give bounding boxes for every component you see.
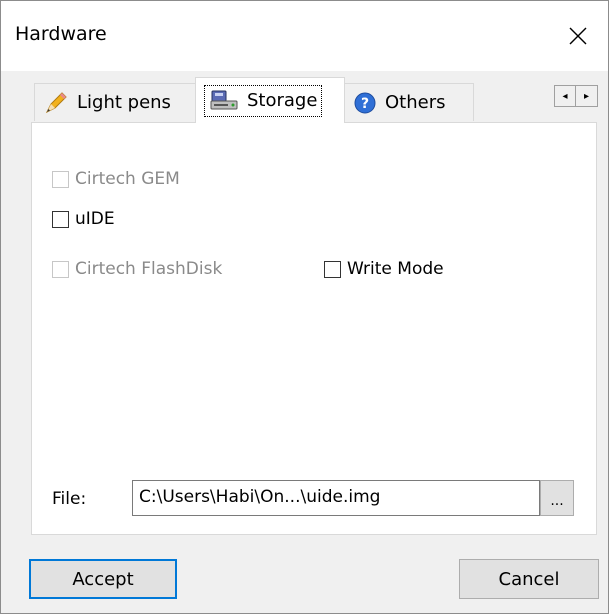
tab-scroller: ◂ ▸ bbox=[554, 85, 598, 107]
cirtech-flashdisk-checkbox[interactable] bbox=[52, 260, 69, 278]
cirtech-flashdisk-option: Cirtech FlashDisk bbox=[52, 259, 222, 279]
write-mode-label: Write Mode bbox=[347, 259, 444, 279]
svg-text:?: ? bbox=[361, 96, 369, 112]
file-label: File: bbox=[52, 489, 87, 509]
cirtech-gem-checkbox[interactable] bbox=[52, 170, 69, 188]
cirtech-flashdisk-label: Cirtech FlashDisk bbox=[75, 259, 223, 279]
storage-panel: Cirtech GEM uIDE Cirtech FlashDisk Write… bbox=[31, 122, 597, 535]
uide-option: uIDE bbox=[52, 209, 115, 229]
tab-focus-rect: Storage bbox=[204, 84, 323, 117]
tab-label: Light pens bbox=[77, 92, 171, 113]
write-mode-checkbox[interactable] bbox=[324, 260, 341, 278]
file-path-input[interactable]: C:\Users\Habi\On...\uide.img bbox=[132, 480, 540, 516]
window-title: Hardware bbox=[15, 23, 107, 45]
tab-light-pens[interactable]: Light pens bbox=[34, 83, 196, 121]
cirtech-gem-option: Cirtech GEM bbox=[52, 169, 180, 189]
uide-checkbox[interactable] bbox=[52, 210, 69, 228]
tab-label: Storage bbox=[247, 90, 318, 111]
pencil-icon bbox=[43, 90, 69, 116]
hardware-dialog: Hardware Light pens Storage ? Others ◂ ▸… bbox=[0, 0, 609, 614]
cancel-button[interactable]: Cancel bbox=[459, 559, 599, 599]
accept-button[interactable]: Accept bbox=[29, 559, 177, 599]
write-mode-option: Write Mode bbox=[324, 259, 444, 279]
tab-label: Others bbox=[385, 92, 446, 113]
tab-scroll-right-button[interactable]: ▸ bbox=[576, 85, 598, 107]
uide-label: uIDE bbox=[75, 209, 115, 229]
close-button[interactable] bbox=[548, 1, 608, 71]
tab-scroll-left-button[interactable]: ◂ bbox=[554, 85, 576, 107]
tab-others[interactable]: ? Others bbox=[344, 83, 474, 121]
storage-device-icon bbox=[209, 88, 239, 114]
close-icon bbox=[569, 27, 587, 45]
cirtech-gem-label: Cirtech GEM bbox=[75, 169, 180, 189]
help-circle-icon: ? bbox=[353, 91, 377, 115]
tab-storage[interactable]: Storage bbox=[195, 77, 345, 123]
browse-button[interactable]: ... bbox=[540, 480, 574, 516]
tab-strip: Light pens Storage ? Others ◂ ▸ bbox=[1, 71, 608, 123]
title-bar: Hardware bbox=[1, 1, 608, 71]
